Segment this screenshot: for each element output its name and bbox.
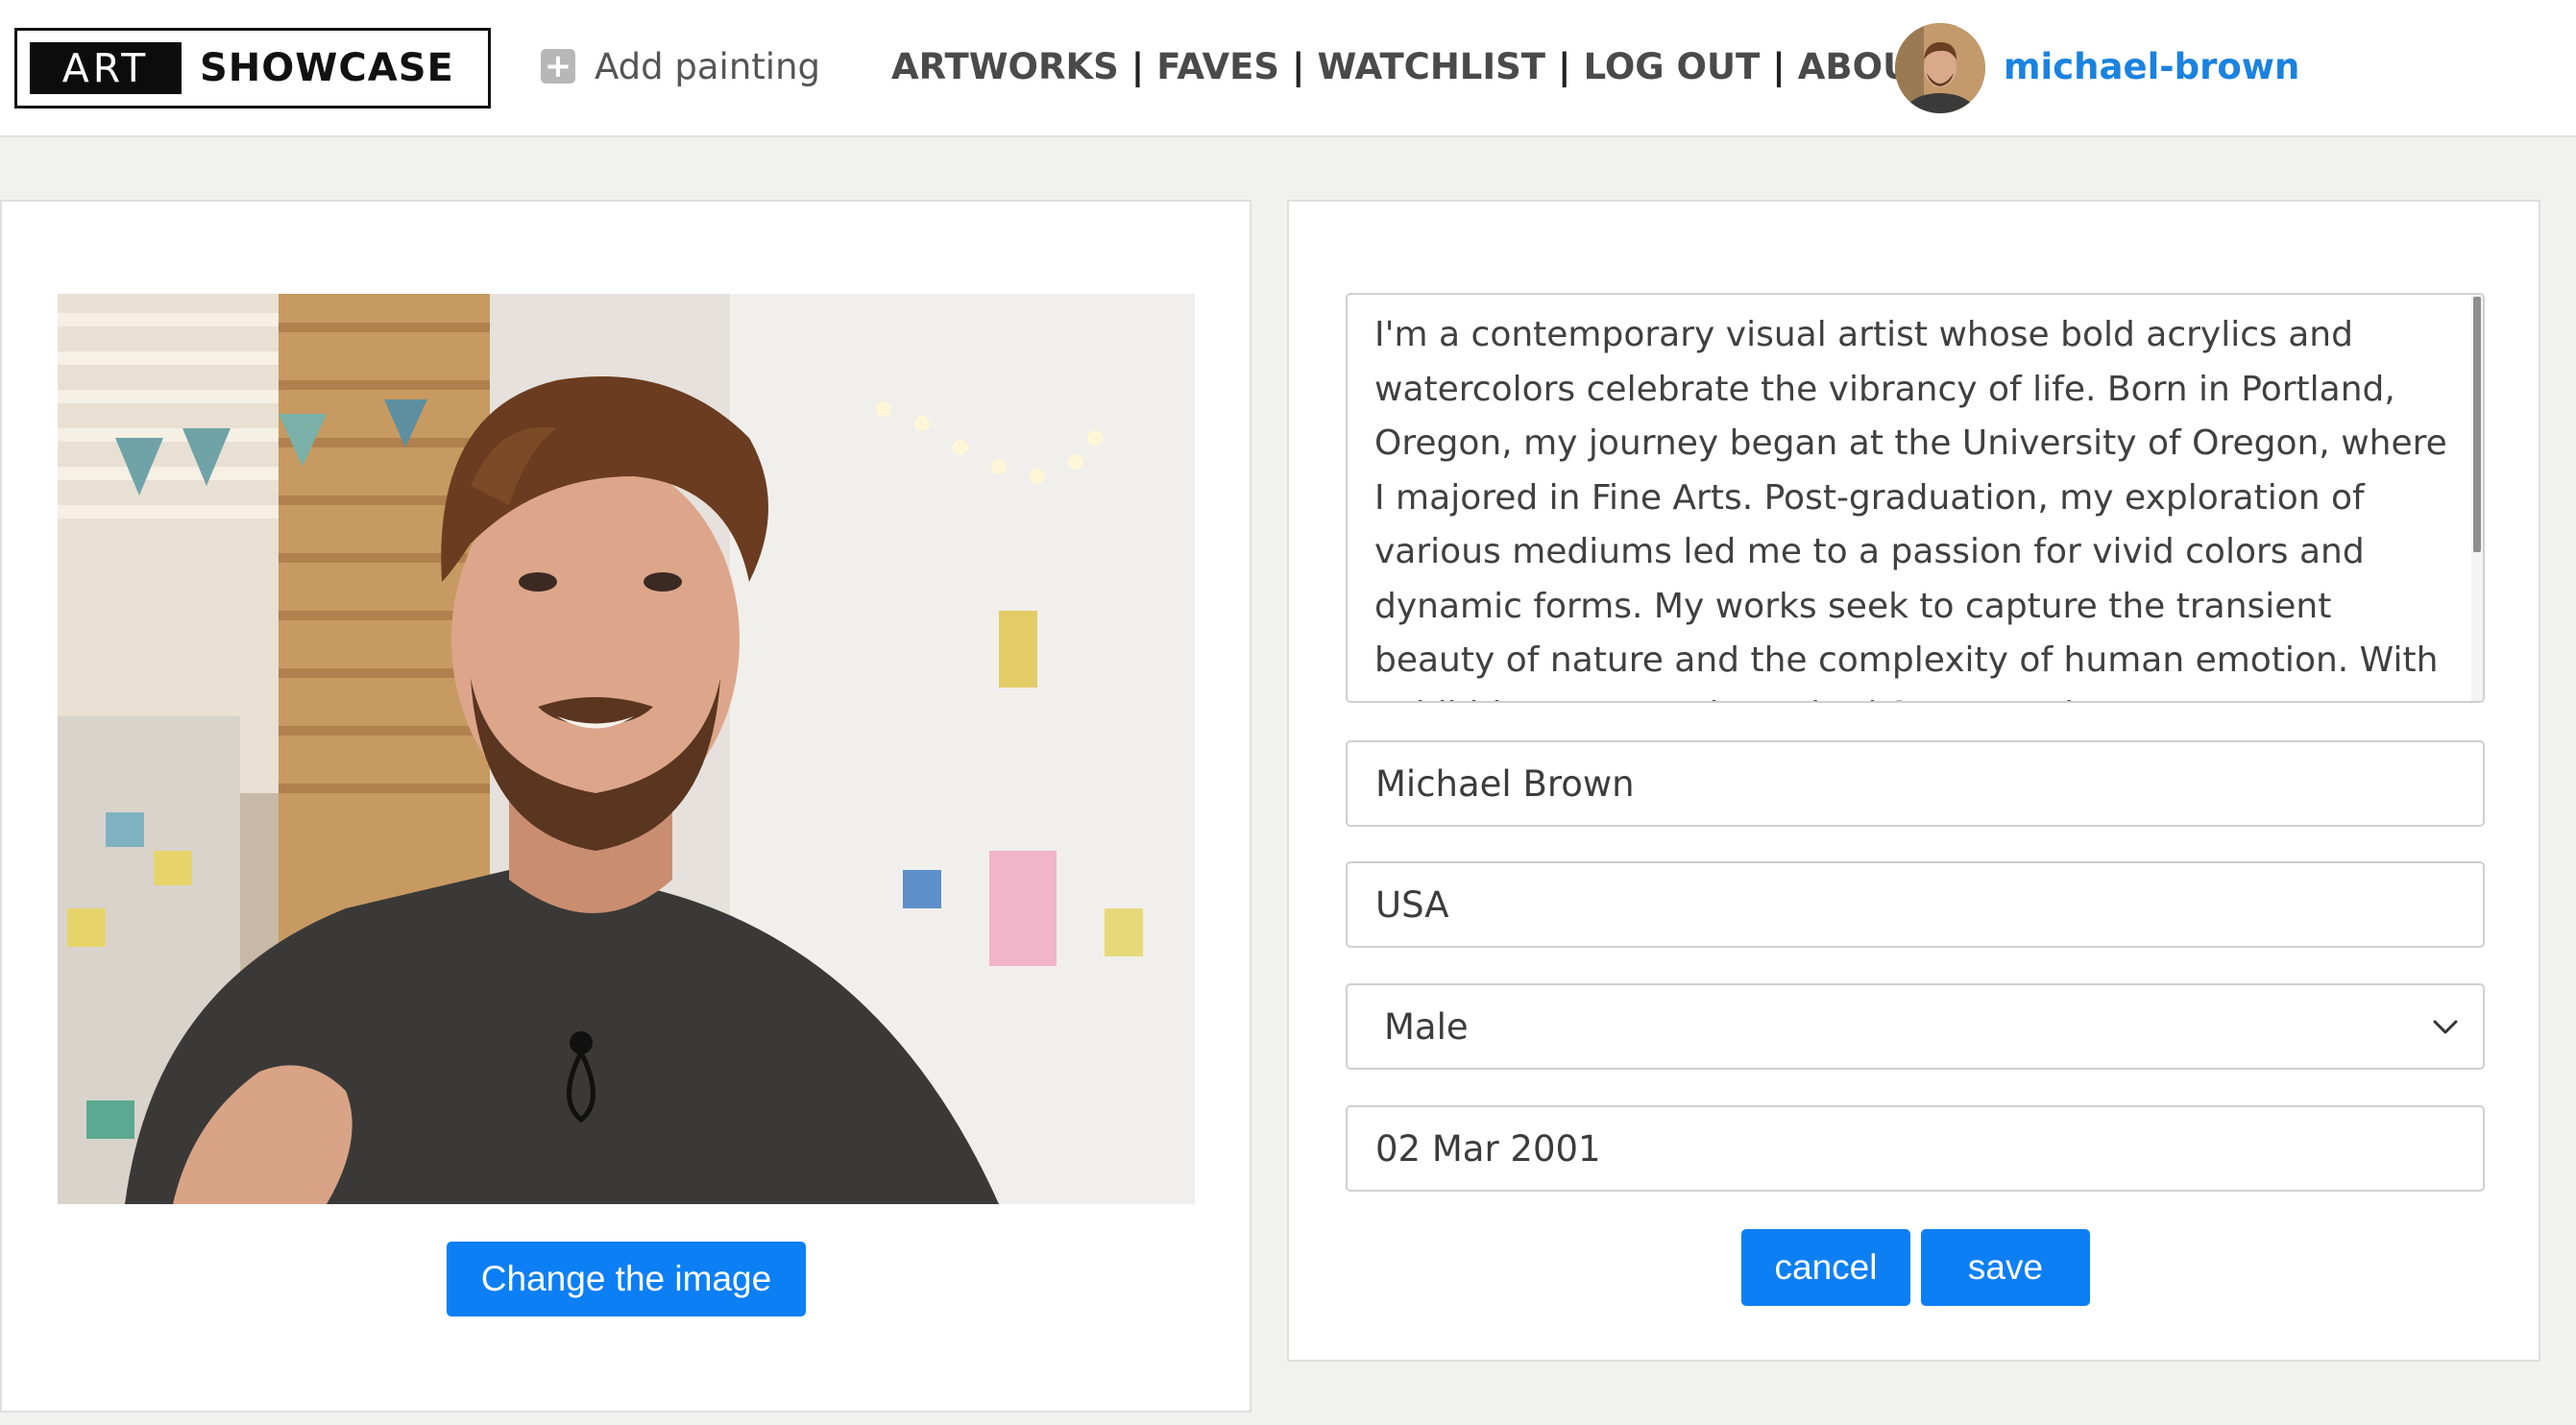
logo-art-text: ART bbox=[61, 45, 150, 91]
date-of-birth-value: 02 Mar 2001 bbox=[1375, 1127, 1601, 1170]
gender-select[interactable]: Male bbox=[1346, 983, 2485, 1070]
chevron-down-icon bbox=[2433, 1020, 2458, 1034]
profile-form-panel: I'm a contemporary visual artist whose b… bbox=[1287, 200, 2540, 1362]
change-image-button[interactable]: Change the image bbox=[447, 1242, 806, 1316]
gender-value: Male bbox=[1384, 1005, 1469, 1048]
profile-photo bbox=[58, 294, 1195, 1204]
main-nav: ARTWORKS | FAVES | WATCHLIST | LOG OUT |… bbox=[891, 36, 1935, 96]
name-field[interactable]: Michael Brown bbox=[1346, 740, 2485, 827]
nav-artworks[interactable]: ARTWORKS bbox=[891, 46, 1119, 87]
bio-textarea[interactable]: I'm a contemporary visual artist whose b… bbox=[1346, 293, 2485, 703]
username-link[interactable]: michael-brown bbox=[2004, 36, 2299, 96]
site-logo[interactable]: ART SHOWCASE bbox=[14, 28, 491, 109]
nav-separator: | bbox=[1130, 45, 1145, 87]
user-avatar[interactable] bbox=[1895, 23, 1985, 113]
logo-showcase-text: SHOWCASE bbox=[200, 46, 454, 90]
nav-watchlist[interactable]: WATCHLIST bbox=[1318, 46, 1546, 87]
add-painting-label: Add painting bbox=[595, 45, 821, 87]
nav-faves[interactable]: FAVES bbox=[1156, 46, 1279, 87]
country-field[interactable]: USA bbox=[1346, 861, 2485, 948]
top-navbar: ART SHOWCASE + Add painting ARTWORKS | F… bbox=[0, 0, 2576, 137]
cancel-button[interactable]: cancel bbox=[1741, 1229, 1910, 1306]
nav-separator: | bbox=[1772, 45, 1786, 87]
name-value: Michael Brown bbox=[1375, 762, 1635, 805]
date-of-birth-field[interactable]: 02 Mar 2001 bbox=[1346, 1105, 2485, 1192]
plus-square-icon: + bbox=[541, 49, 575, 84]
bio-scrollbar[interactable] bbox=[2471, 295, 2483, 701]
save-button[interactable]: save bbox=[1921, 1229, 2090, 1306]
bio-scrollbar-thumb[interactable] bbox=[2473, 297, 2481, 552]
add-painting-link[interactable]: + Add painting bbox=[541, 36, 820, 96]
nav-separator: | bbox=[1292, 45, 1305, 87]
nav-log-out[interactable]: LOG OUT bbox=[1584, 46, 1761, 87]
country-value: USA bbox=[1375, 883, 1449, 926]
bio-text: I'm a contemporary visual artist whose b… bbox=[1374, 315, 2447, 701]
logo-art-block: ART bbox=[30, 42, 182, 94]
nav-separator: | bbox=[1558, 45, 1571, 87]
profile-image-panel: Change the image bbox=[0, 200, 1252, 1413]
